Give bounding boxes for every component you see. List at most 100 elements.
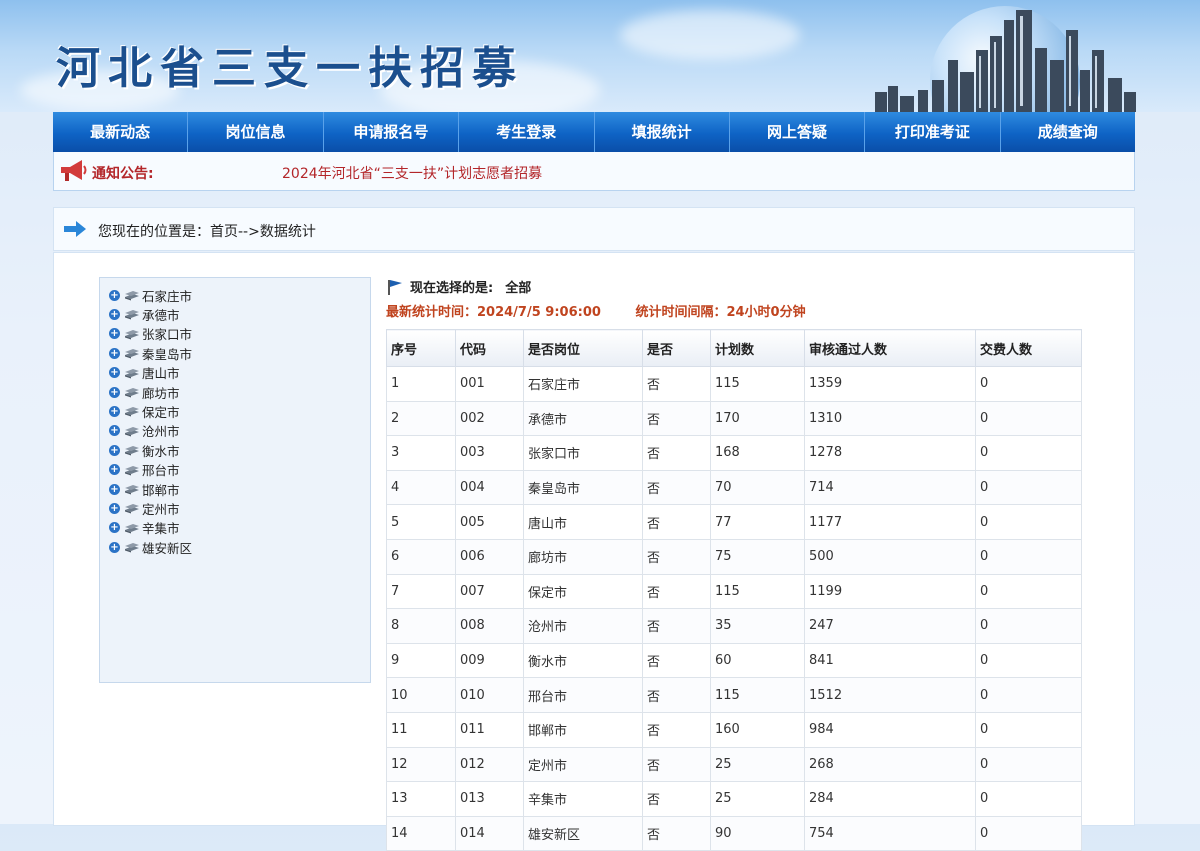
- tree-item-label: 邢台市: [142, 463, 180, 479]
- tree-item[interactable]: + 石家庄市: [109, 286, 192, 304]
- table-cell: 衡水市: [523, 642, 643, 679]
- table-cell: 否: [642, 677, 711, 713]
- main-nav: 最新动态 岗位信息 申请报名号 考生登录 填报统计 网上答疑 打印准考证 成绩查…: [53, 112, 1135, 152]
- tree-item[interactable]: + 廊坊市: [109, 383, 180, 401]
- col-header-code: 代码: [455, 329, 524, 367]
- selection-label: 现在选择的是:: [410, 281, 494, 296]
- tree-item[interactable]: + 定州市: [109, 499, 180, 517]
- table-cell: 008: [455, 608, 524, 644]
- expand-plus-icon[interactable]: +: [109, 425, 120, 437]
- stats-interval: 统计时间间隔：24小时0分钟: [635, 305, 806, 320]
- tree-item[interactable]: + 辛集市: [109, 519, 180, 537]
- tree-item[interactable]: + 唐山市: [109, 364, 180, 382]
- table-row: 2 002 承德市否 170 1310 0: [386, 400, 1082, 437]
- notice-bar: 通知公告: 2024年河北省“三支一扶”计划志愿者招募: [53, 152, 1135, 191]
- col-header-paid: 交费人数: [975, 329, 1082, 367]
- table-cell: 60: [710, 642, 805, 679]
- table-cell: 否: [642, 469, 711, 506]
- expand-plus-icon[interactable]: +: [109, 502, 120, 514]
- table-cell: 否: [642, 608, 711, 644]
- book-stack-icon: [125, 504, 139, 514]
- table-cell: 否: [642, 815, 711, 851]
- nav-item-login[interactable]: 考生登录: [459, 112, 595, 152]
- tree-item[interactable]: + 沧州市: [109, 422, 180, 440]
- nav-item-stats[interactable]: 填报统计: [595, 112, 730, 152]
- table-cell: 115: [710, 677, 805, 713]
- table-cell: 石家庄市: [523, 366, 643, 402]
- tree-item-label: 保定市: [142, 404, 180, 420]
- col-header-plan: 计划数: [710, 329, 805, 367]
- table-cell: 115: [710, 366, 805, 402]
- tree-item[interactable]: + 秦皇岛市: [109, 344, 192, 362]
- tree-item[interactable]: + 张家口市: [109, 325, 192, 343]
- nav-item-positions[interactable]: 岗位信息: [188, 112, 324, 152]
- table-row: 8 008 沧州市否 35 247 0: [386, 608, 1082, 644]
- nav-item-latest[interactable]: 最新动态: [53, 112, 189, 152]
- expand-plus-icon[interactable]: +: [109, 541, 120, 553]
- table-cell: 010: [455, 677, 524, 713]
- table-row: 14 014 雄安新区否 90 754 0: [386, 815, 1082, 851]
- tree-item-label: 雄安新区: [142, 540, 193, 556]
- nav-item-print-ticket[interactable]: 打印准考证: [865, 112, 1001, 152]
- table-cell: 0: [975, 538, 1082, 575]
- nav-item-apply[interactable]: 申请报名号: [324, 112, 460, 152]
- table-cell: 6: [386, 538, 456, 575]
- table-cell: 0: [975, 746, 1082, 783]
- tree-item-label: 秦皇岛市: [142, 346, 193, 362]
- table-cell: 0: [975, 469, 1082, 506]
- expand-plus-icon[interactable]: +: [109, 328, 120, 340]
- table-cell: 25: [710, 781, 805, 817]
- skyline-decoration: [875, 10, 1136, 112]
- table-cell: 170: [710, 400, 805, 437]
- table-cell: 984: [804, 711, 976, 748]
- tree-item[interactable]: + 承德市: [109, 305, 180, 323]
- table-cell: 沧州市: [523, 608, 643, 644]
- table-cell: 定州市: [523, 746, 643, 783]
- table-cell: 268: [804, 746, 976, 783]
- table-cell: 5: [386, 504, 456, 540]
- tree-item[interactable]: + 邢台市: [109, 461, 180, 479]
- table-cell: 005: [455, 504, 524, 540]
- expand-plus-icon[interactable]: +: [109, 308, 120, 320]
- table-cell: 廊坊市: [523, 538, 643, 575]
- book-stack-icon: [125, 485, 139, 495]
- table-cell: 4: [386, 469, 456, 506]
- expand-plus-icon[interactable]: +: [109, 367, 120, 379]
- expand-plus-icon[interactable]: +: [109, 464, 120, 476]
- table-cell: 1199: [804, 573, 976, 610]
- expand-plus-icon[interactable]: +: [109, 444, 120, 456]
- expand-plus-icon[interactable]: +: [109, 347, 120, 359]
- tree-item[interactable]: + 保定市: [109, 402, 180, 420]
- table-cell: 0: [975, 608, 1082, 644]
- expand-plus-icon[interactable]: +: [109, 522, 120, 534]
- nav-item-qa[interactable]: 网上答疑: [730, 112, 866, 152]
- table-cell: 004: [455, 469, 524, 506]
- tree-item-label: 廊坊市: [142, 385, 180, 401]
- table-cell: 77: [710, 504, 805, 540]
- table-cell: 秦皇岛市: [523, 469, 643, 506]
- table-row: 6 006 廊坊市否 75 500 0: [386, 538, 1082, 575]
- tree-item-label: 衡水市: [142, 443, 180, 459]
- table-cell: 0: [975, 504, 1082, 540]
- nav-item-scores[interactable]: 成绩查询: [1001, 112, 1135, 152]
- megaphone-icon: [61, 160, 87, 181]
- book-stack-icon: [125, 349, 139, 359]
- col-header-post: 是否岗位: [523, 329, 643, 367]
- expand-plus-icon[interactable]: +: [109, 289, 120, 301]
- table-cell: 0: [975, 677, 1082, 713]
- tree-item[interactable]: + 雄安新区: [109, 538, 192, 556]
- tree-item[interactable]: + 衡水市: [109, 441, 180, 459]
- tree-item-label: 唐山市: [142, 366, 180, 382]
- expand-plus-icon[interactable]: +: [109, 386, 120, 398]
- expand-plus-icon[interactable]: +: [109, 405, 120, 417]
- notice-marquee-link[interactable]: 2024年河北省“三支一扶”计划志愿者招募: [282, 163, 542, 183]
- expand-plus-icon[interactable]: +: [109, 483, 120, 495]
- table-cell: 001: [455, 366, 524, 402]
- table-cell: 张家口市: [523, 435, 643, 471]
- tree-item-label: 石家庄市: [142, 288, 193, 304]
- table-cell: 1310: [804, 400, 976, 437]
- table-cell: 247: [804, 608, 976, 644]
- tree-item[interactable]: + 邯郸市: [109, 480, 180, 498]
- table-cell: 否: [642, 435, 711, 471]
- book-stack-icon: [125, 329, 139, 340]
